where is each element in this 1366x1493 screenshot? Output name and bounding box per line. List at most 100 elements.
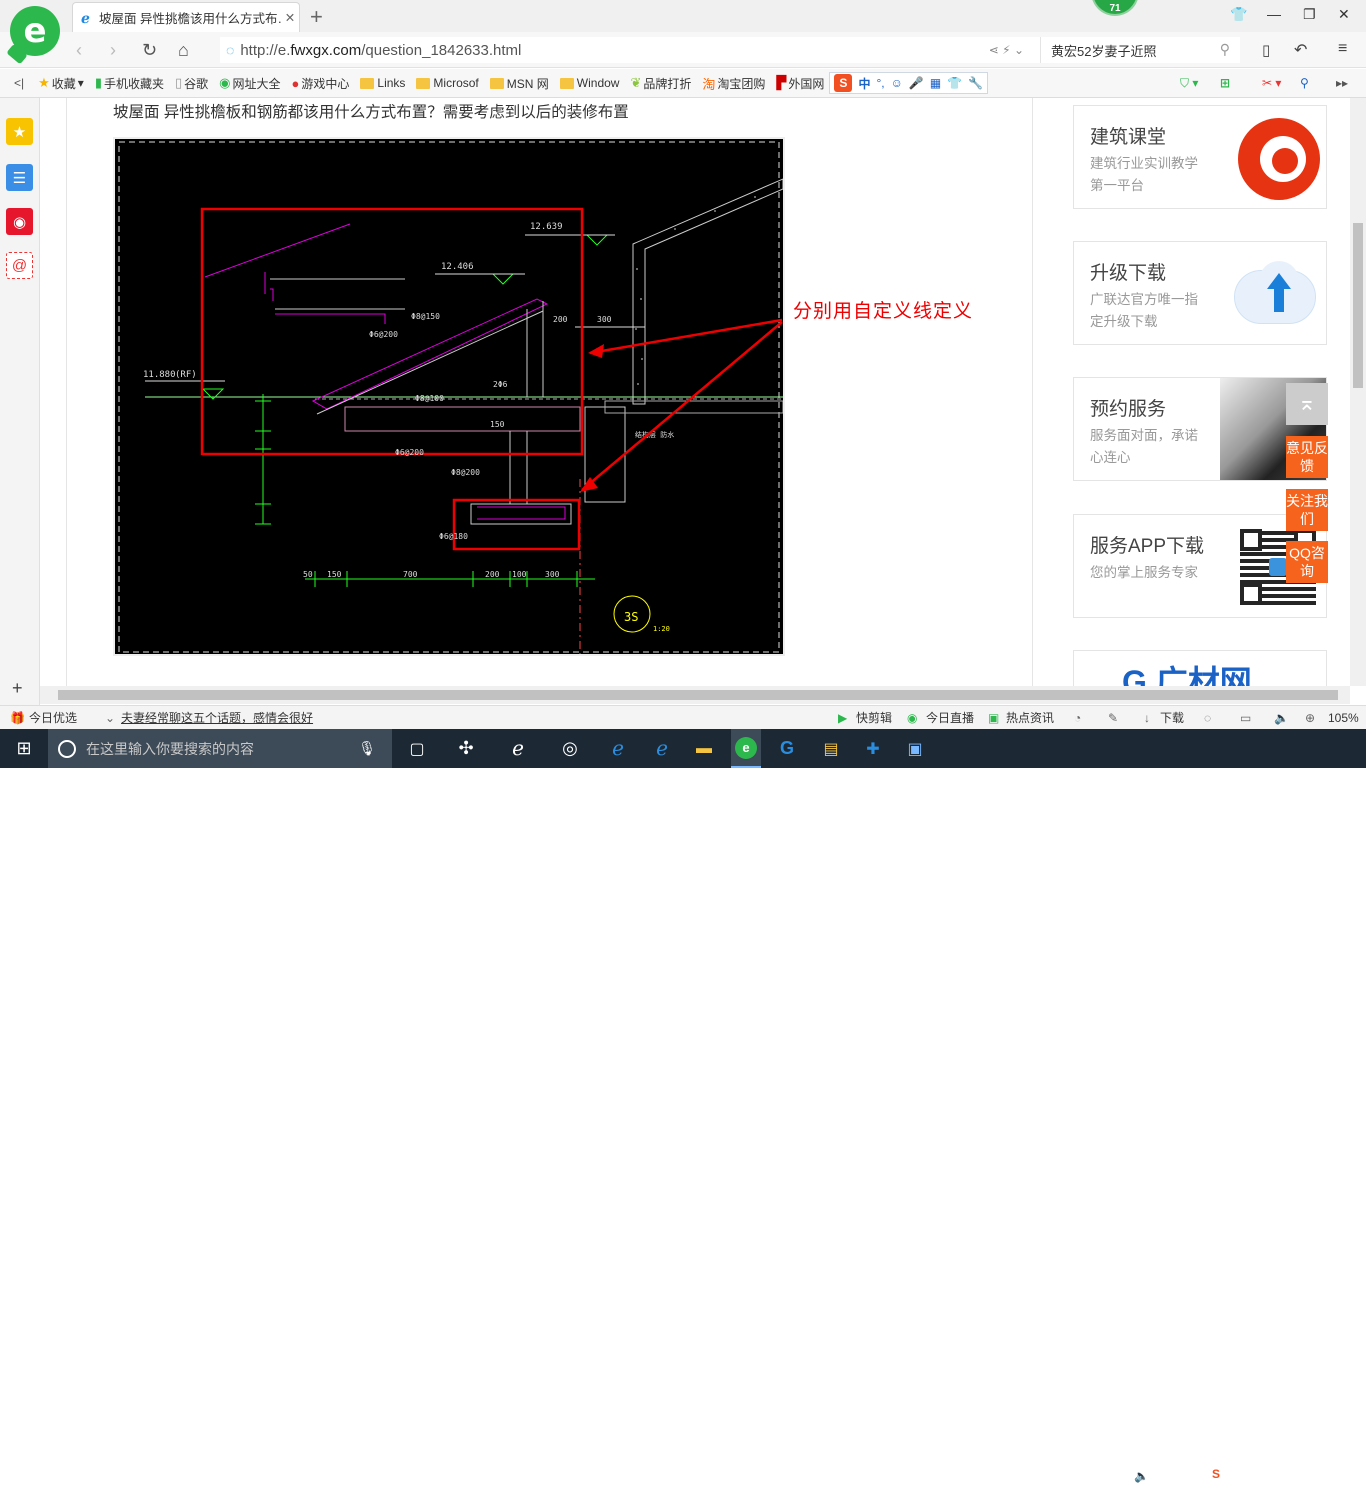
volume-icon[interactable]: 🔈 — [1134, 1469, 1149, 1484]
bookmark-item[interactable]: Window — [559, 76, 619, 90]
mic-icon[interactable]: 🎙 — [358, 740, 376, 757]
browser-360-icon[interactable]: e — [731, 729, 761, 768]
tray-chevron-icon[interactable]: ︿ — [1058, 1469, 1070, 1484]
browser-e-icon[interactable]: ℯ — [504, 729, 532, 768]
folder-icon — [489, 77, 504, 89]
screenshot-icon[interactable]: ▣ — [900, 729, 930, 768]
card-guangcai[interactable]: G 广材网 — [1073, 650, 1327, 690]
bookmark-item[interactable]: ● 游戏中心 — [292, 75, 350, 92]
today-picks[interactable]: 今日优选 — [29, 709, 77, 726]
task-view-icon[interactable]: ▢ — [404, 729, 430, 768]
bookmark-item[interactable]: ❦ 品牌打折 — [630, 75, 691, 92]
folder-icon — [360, 77, 375, 89]
card-course[interactable]: 建筑课堂 建筑行业实训教学第一平台 — [1073, 105, 1327, 209]
collapse-icon[interactable]: <| — [14, 76, 24, 90]
ime-indicator[interactable]: 中 — [1186, 1469, 1198, 1484]
add-icon[interactable]: + — [12, 678, 23, 699]
scroll-thumb[interactable] — [1353, 223, 1363, 388]
favorites-icon[interactable]: ★ — [6, 118, 33, 145]
phone-icon[interactable]: ▯ — [1262, 41, 1270, 59]
mail-icon[interactable]: @ — [6, 252, 33, 279]
browser-logo-icon[interactable]: e — [10, 6, 60, 56]
bookmark-item[interactable]: MSN 网 — [489, 75, 549, 92]
scroll-thumb[interactable] — [58, 690, 1338, 700]
back-to-top-button[interactable]: ⌅ — [1286, 383, 1328, 425]
tab-close-icon[interactable]: ✕ — [281, 10, 299, 25]
windows-start-icon[interactable]: ⊞ — [0, 729, 48, 768]
edge-icon[interactable]: ℯ — [604, 729, 632, 768]
volume-icon[interactable]: 🔈 — [1274, 711, 1289, 725]
bookmark-item[interactable]: ▮ 手机收藏夹 — [95, 75, 164, 92]
notification-count[interactable]: 1 — [1322, 1466, 1344, 1488]
horizontal-scrollbar[interactable] — [40, 686, 1350, 704]
reader-icon[interactable]: ☰ — [6, 164, 33, 191]
battery-icon[interactable]: ▭ — [1084, 1469, 1095, 1484]
clock-time[interactable]: 19:29 — [1240, 1462, 1300, 1477]
app-icon[interactable]: ✚ — [858, 729, 888, 768]
follow-button[interactable]: 关注我们 — [1286, 489, 1328, 531]
leaf-icon[interactable]: ◌ — [1204, 711, 1211, 725]
search-small-icon[interactable]: ⚲ — [1300, 76, 1309, 90]
scissors-icon[interactable]: ✂ ▾ — [1262, 76, 1281, 90]
fan-icon[interactable]: ✣ — [452, 729, 480, 768]
undo-icon[interactable]: ↶ — [1294, 40, 1307, 60]
cortana-icon — [58, 739, 76, 758]
bookmark-item[interactable]: 淘淘宝团购 — [702, 74, 765, 93]
cad-elev: 12.639 — [530, 222, 563, 232]
pin-icon[interactable]: ✎ — [1108, 711, 1118, 725]
share-icon[interactable]: ⋖ ⚡ ⌄ — [989, 43, 1024, 57]
tab-active[interactable]: ℯ 坡屋面 异性挑檐该用什么方式布… ✕ — [72, 2, 300, 32]
cad-dim: 300 — [545, 570, 560, 579]
notes-icon[interactable]: ▤ — [816, 729, 846, 768]
bookmark-label: 谷歌 — [184, 76, 209, 91]
back-icon[interactable]: ‹ — [76, 40, 82, 61]
close-window-icon[interactable]: ✕ — [1338, 6, 1350, 23]
news-link[interactable]: 夫妻经常聊这五个话题，感情会很好 — [121, 709, 313, 726]
window-icon[interactable]: ▭ — [1240, 711, 1251, 725]
clip-icon: ▶ — [838, 710, 848, 725]
search-input[interactable]: 黄宏52岁妻子近照 ⚲ — [1040, 37, 1240, 63]
speed-icon[interactable]: ◔ — [1074, 711, 1081, 725]
clock-date[interactable]: 2018/5/23 — [1240, 1478, 1300, 1493]
hot-link[interactable]: 热点资讯 — [1006, 709, 1054, 726]
live-link[interactable]: 今日直播 — [926, 709, 974, 726]
bookmark-item[interactable]: Microsof — [416, 76, 479, 90]
weibo-icon[interactable]: ◉ — [6, 208, 33, 235]
url-input[interactable]: ◌ http://e. fwxgx.com/question_1842633.ht… — [220, 37, 1040, 63]
bookmark-item[interactable]: Links — [360, 76, 405, 90]
glodon-icon[interactable]: G — [772, 729, 802, 768]
restore-icon[interactable]: ❐ — [1303, 6, 1316, 23]
forward-icon[interactable]: › — [110, 40, 116, 61]
keyboard-icon[interactable]: ⌨ — [1156, 1469, 1173, 1484]
sogou-tray-icon[interactable]: S — [1212, 1467, 1220, 1482]
vertical-scrollbar[interactable] — [1350, 98, 1366, 686]
shirt-icon[interactable]: 👕 — [1230, 6, 1247, 23]
bookmark-item[interactable]: ▛ 外国网 — [776, 75, 824, 92]
bookmark-item[interactable]: ★ 收藏 ▾ — [38, 75, 84, 92]
search-icon[interactable]: ⚲ — [1220, 41, 1230, 58]
refresh-icon[interactable]: ↻ — [142, 40, 157, 61]
home-icon[interactable]: ⌂ — [178, 40, 189, 61]
taskbar-links[interactable]: 链接 — [946, 1469, 970, 1484]
wifi-icon[interactable]: ◠ — [1110, 1469, 1120, 1484]
zoom-level[interactable]: 105% — [1328, 711, 1359, 725]
more-icon[interactable]: ▸▸ — [1336, 76, 1348, 90]
card-download[interactable]: 升级下载 广联达官方唯一指定升级下载 — [1073, 241, 1327, 345]
new-tab-button[interactable]: + — [310, 4, 323, 30]
ime-toolbar[interactable]: S 中 °, ☺ 🎤 ▦ 👕 🔧 — [829, 72, 989, 94]
minimize-icon[interactable]: — — [1267, 6, 1281, 22]
chrome-icon[interactable]: ◎ — [556, 729, 584, 768]
translate-icon[interactable]: ⊞ — [1220, 76, 1230, 90]
download-link[interactable]: 下载 — [1160, 709, 1184, 726]
kuaijian-link[interactable]: 快剪辑 — [856, 709, 892, 726]
bookmark-item[interactable]: ▯ 谷歌 — [175, 75, 208, 92]
cad-drawing-image[interactable]: 12.639 12.406 11.880 (RF) Φ8@150 Φ6@200 … — [113, 137, 785, 656]
menu-icon[interactable]: ≡ — [1338, 40, 1347, 58]
qq-consult-button[interactable]: QQ咨询 — [1286, 541, 1328, 583]
feedback-button[interactable]: 意见反馈 — [1286, 436, 1328, 478]
bookmark-item[interactable]: ◉ 网址大全 — [219, 75, 280, 92]
shield-icon[interactable]: ⛉ ▾ — [1180, 76, 1198, 91]
file-explorer-icon[interactable]: ▬ — [690, 729, 718, 768]
taskbar-search-input[interactable]: 在这里输入你要搜索的内容 🎙 — [48, 729, 392, 768]
ie-icon[interactable]: ℯ — [648, 729, 676, 768]
